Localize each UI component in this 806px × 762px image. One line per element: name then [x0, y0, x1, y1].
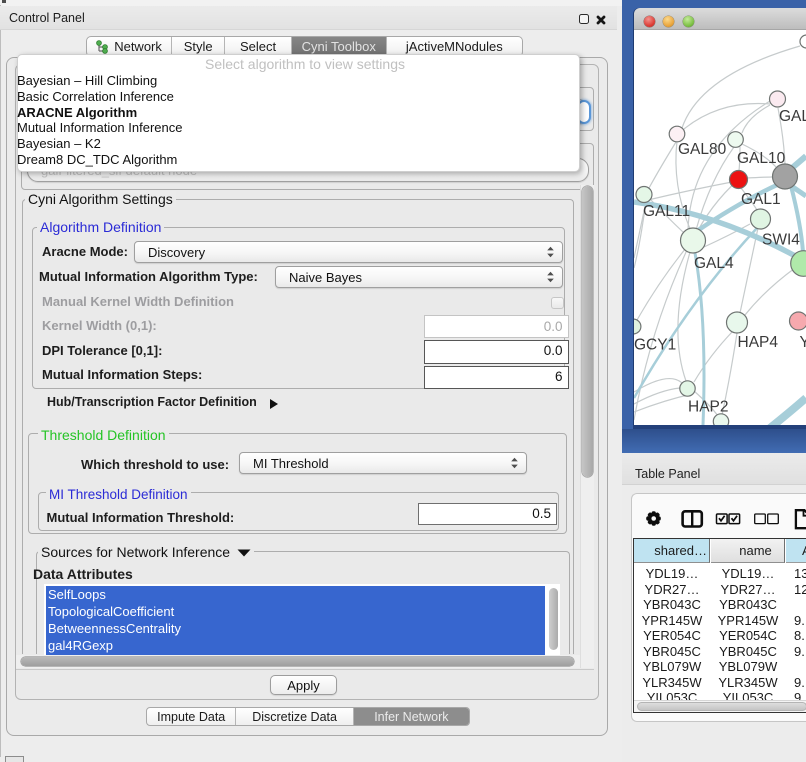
svg-text:HAP4: HAP4 [738, 334, 779, 351]
svg-text:GAL4: GAL4 [694, 255, 734, 272]
svg-text:GAL80: GAL80 [678, 141, 727, 158]
svg-text:GAL1: GAL1 [741, 191, 781, 208]
svg-text:GAL7: GAL7 [779, 108, 806, 125]
svg-text:GAL11: GAL11 [643, 203, 690, 220]
svg-text:GAL10: GAL10 [737, 150, 786, 167]
svg-text:GCY1: GCY1 [634, 337, 676, 354]
svg-text:SWI4: SWI4 [762, 232, 800, 249]
svg-text:HAP2: HAP2 [688, 399, 729, 416]
svg-text:Y: Y [800, 334, 806, 351]
